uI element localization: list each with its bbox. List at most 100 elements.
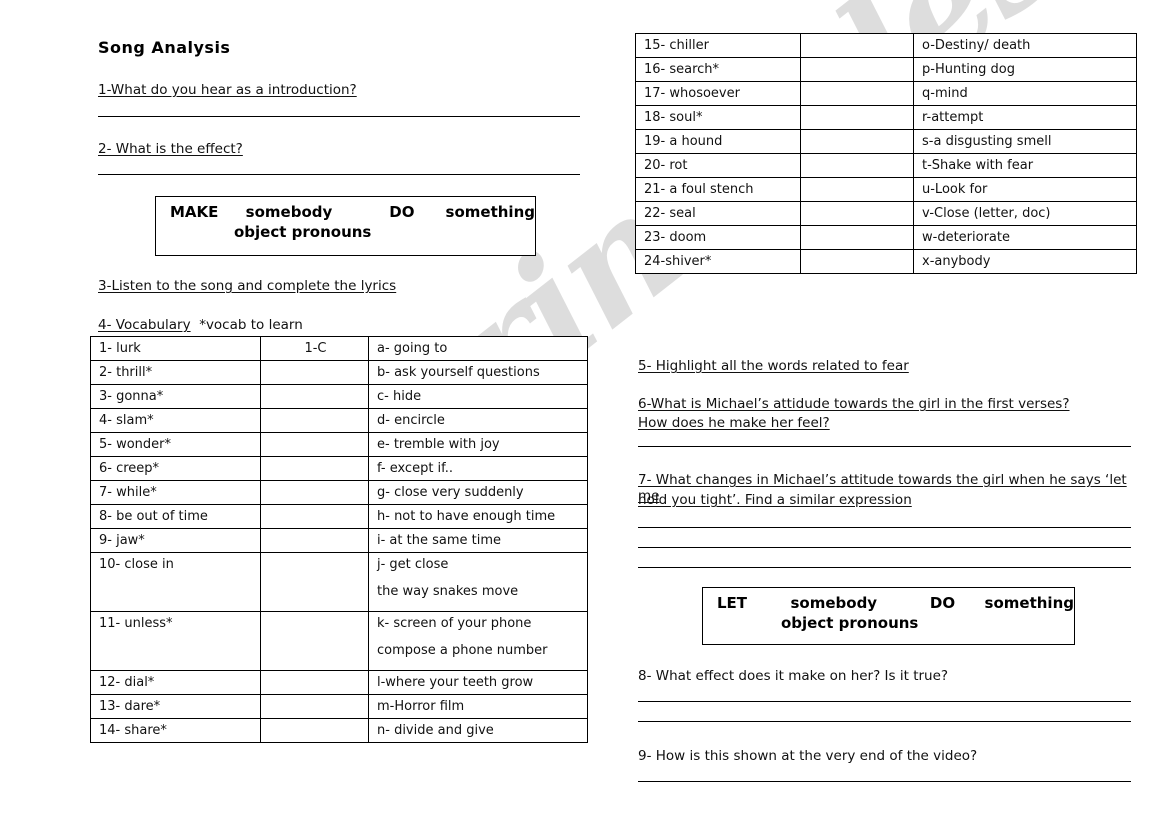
vocab-term-cell: 18- soul* — [635, 105, 801, 130]
vocab-term-cell: 22- seal — [635, 201, 801, 226]
vocab-definition-line-1: l-where your teeth grow — [377, 675, 534, 690]
answer-line-q9[interactable] — [638, 781, 1131, 782]
vocab-term-cell: 7- while* — [90, 480, 261, 505]
vocab-definition-cell: q-mind — [913, 81, 1137, 106]
vocab-answer-cell[interactable] — [800, 105, 914, 130]
answer-line-q7-b[interactable] — [638, 547, 1131, 548]
vocab-answer-cell[interactable] — [800, 129, 914, 154]
grammar-make-something: something — [445, 203, 535, 221]
vocab-definition-line-2: the way snakes move — [377, 584, 519, 599]
answer-line-q8-b[interactable] — [638, 721, 1131, 722]
vocab-answer-cell[interactable] — [260, 456, 369, 481]
vocab-term-cell: 4- slam* — [90, 408, 261, 433]
vocab-definition-cell: l-where your teeth grow — [368, 670, 588, 695]
vocab-answer-cell[interactable] — [260, 670, 369, 695]
table-row: 21- a foul stench u-Look for — [635, 177, 1137, 202]
question-1: 1-What do you hear as a introduction? — [98, 82, 357, 98]
vocab-term-cell: 24-shiver* — [635, 249, 801, 274]
vocab-definition-line-1: h- not to have enough time — [377, 509, 556, 524]
vocab-answer-cell[interactable] — [800, 33, 914, 58]
vocab-definition-cell: m-Horror film — [368, 694, 588, 719]
vocab-answer-cell[interactable] — [260, 384, 369, 409]
answer-line-q7-a[interactable] — [638, 527, 1131, 528]
vocab-answer-cell[interactable] — [260, 432, 369, 457]
vocab-definition-cell: n- divide and give — [368, 718, 588, 743]
vocab-answer-cell[interactable] — [260, 360, 369, 385]
vocab-term-cell: 13- dare* — [90, 694, 261, 719]
vocab-answer-cell[interactable] — [260, 552, 369, 612]
table-row: 7- while* g- close very suddenly — [90, 480, 588, 505]
vocab-term-cell: 8- be out of time — [90, 504, 261, 529]
vocab-term-cell: 3- gonna* — [90, 384, 261, 409]
table-row: 6- creep* f- except if.. — [90, 456, 588, 481]
page-title: Song Analysis — [98, 38, 231, 57]
vocab-definition-cell: h- not to have enough time — [368, 504, 588, 529]
question-2: 2- What is the effect? — [98, 141, 243, 157]
question-7-line-2: hold you tight’. Find a similar expressi… — [638, 492, 912, 508]
vocab-answer-cell[interactable] — [800, 177, 914, 202]
vocab-answer-cell[interactable] — [260, 694, 369, 719]
vocab-answer-cell[interactable] — [800, 81, 914, 106]
vocab-answer-cell[interactable] — [260, 504, 369, 529]
vocab-definition-cell: e- tremble with joy — [368, 432, 588, 457]
vocab-term-cell: 9- jaw* — [90, 528, 261, 553]
vocab-answer-cell[interactable] — [260, 480, 369, 505]
vocab-definition-cell: x-anybody — [913, 249, 1137, 274]
vocab-answer-cell[interactable] — [800, 249, 914, 274]
vocab-term-cell: 19- a hound — [635, 129, 801, 154]
question-4-label: 4- Vocabulary — [98, 317, 191, 333]
vocab-definition-cell: v-Close (letter, doc) — [913, 201, 1137, 226]
vocab-definition-line-1: i- at the same time — [377, 533, 502, 548]
question-5: 5- Highlight all the words related to fe… — [638, 358, 909, 374]
vocab-term-cell: 23- doom — [635, 225, 801, 250]
vocab-definition-line-1: c- hide — [377, 389, 422, 404]
vocab-definition-cell: c- hide — [368, 384, 588, 409]
grammar-let-note: object pronouns — [781, 614, 919, 632]
vocab-answer-cell[interactable] — [260, 718, 369, 743]
grammar-box-let: LET somebody DO something object pronoun… — [702, 587, 1075, 645]
vocab-answer-cell[interactable] — [260, 611, 369, 671]
vocab-term-cell: 2- thrill* — [90, 360, 261, 385]
vocab-definition-cell: a- going to — [368, 336, 588, 361]
table-row: 23- doom w-deteriorate — [635, 225, 1137, 250]
vocab-answer-cell[interactable] — [800, 57, 914, 82]
vocab-answer-cell[interactable] — [800, 153, 914, 178]
table-row: 15- chiller o-Destiny/ death — [635, 33, 1137, 58]
vocab-definition-line-1: x-anybody — [922, 254, 991, 269]
vocab-answer-cell[interactable] — [260, 408, 369, 433]
grammar-make-note: object pronouns — [234, 223, 372, 241]
question-4: 4- Vocabulary *vocab to learn — [98, 316, 303, 334]
question-6-line-2: How does he make her feel? — [638, 415, 830, 431]
answer-line-q8-a[interactable] — [638, 701, 1131, 702]
question-9: 9- How is this shown at the very end of … — [638, 748, 978, 764]
grammar-box-make-row1: MAKE somebody DO something — [156, 197, 535, 221]
table-row: 8- be out of time h- not to have enough t… — [90, 504, 588, 529]
vocab-answer-cell[interactable] — [800, 225, 914, 250]
answer-line-q2[interactable] — [98, 174, 580, 175]
grammar-let-object: somebody — [790, 594, 878, 612]
vocab-answer-cell[interactable]: 1-C — [260, 336, 369, 361]
table-row: 24-shiver* x-anybody — [635, 249, 1137, 274]
vocab-definition-line-1: k- screen of your phone — [377, 616, 532, 631]
vocab-definition-line-1: v-Close (letter, doc) — [922, 206, 1051, 221]
vocab-definition-cell: o-Destiny/ death — [913, 33, 1137, 58]
vocab-term-cell: 1- lurk — [90, 336, 261, 361]
table-row: 3- gonna* c- hide — [90, 384, 588, 409]
vocab-definition-line-1: q-mind — [922, 86, 968, 101]
vocab-definition-cell: f- except if.. — [368, 456, 588, 481]
answer-line-q1[interactable] — [98, 116, 580, 117]
vocab-term-cell: 12- dial* — [90, 670, 261, 695]
table-row: 20- rot t-Shake with fear — [635, 153, 1137, 178]
vocabulary-table-right-body: 15- chiller o-Destiny/ death 16- search* p-… — [635, 33, 1137, 274]
vocab-definition-line-1: o-Destiny/ death — [922, 38, 1031, 53]
vocab-term-cell: 20- rot — [635, 153, 801, 178]
worksheet-page: ESLprintables.com Song Analysis 1-What d… — [0, 0, 1169, 821]
table-row: 14- share* n- divide and give — [90, 718, 588, 743]
vocab-answer-cell[interactable] — [260, 528, 369, 553]
table-row: 5- wonder* e- tremble with joy — [90, 432, 588, 457]
grammar-let-verb: LET — [717, 594, 748, 612]
answer-line-q6[interactable] — [638, 446, 1131, 447]
answer-line-q7-c[interactable] — [638, 567, 1131, 568]
vocab-answer-cell[interactable] — [800, 201, 914, 226]
vocab-definition-line-1: g- close very suddenly — [377, 485, 524, 500]
